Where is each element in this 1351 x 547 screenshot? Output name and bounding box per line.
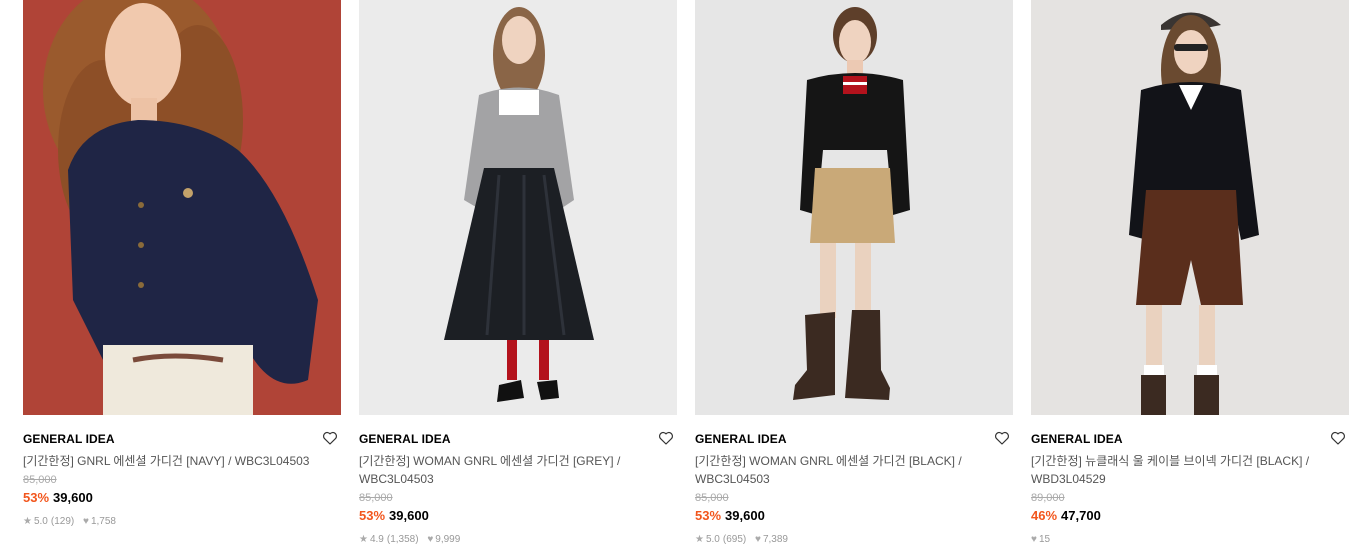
product-image[interactable] xyxy=(359,0,677,415)
discount-rate: 53% xyxy=(23,490,50,505)
price-row: 53% 39,600 xyxy=(695,507,1013,524)
sale-price: 39,600 xyxy=(389,508,429,523)
discount-rate: 46% xyxy=(1031,508,1058,523)
price-row: 53% 39,600 xyxy=(359,507,677,524)
original-price: 85,000 xyxy=(695,492,729,504)
original-price: 85,000 xyxy=(23,474,57,486)
heart-filled-icon: ♥ xyxy=(427,534,434,545)
heart-icon[interactable] xyxy=(1329,429,1347,447)
heart-icon[interactable] xyxy=(657,429,675,447)
heart-filled-icon: ♥ xyxy=(755,534,761,545)
rating-score: 5.0 xyxy=(33,516,48,527)
product-photo-grey xyxy=(359,0,677,415)
rating-score: 5.0 xyxy=(705,534,720,545)
star-icon: ★ xyxy=(23,516,32,527)
discount-rate: 53% xyxy=(359,508,386,523)
like-count: 7,389 xyxy=(762,534,788,545)
original-price: 85,000 xyxy=(359,492,393,504)
product-photo-black xyxy=(695,0,1013,415)
like-count: 15 xyxy=(1038,534,1051,545)
review-count: (129) xyxy=(50,516,75,527)
price-row: 53% 39,600 xyxy=(23,489,341,506)
product-stats: ♥ 15 xyxy=(1031,534,1349,546)
product-stats: ★ 5.0 (695) ♥ 7,389 xyxy=(695,534,1013,546)
product-image[interactable] xyxy=(1031,0,1349,415)
original-price: 89,000 xyxy=(1031,492,1065,504)
product-image[interactable] xyxy=(695,0,1013,415)
product-card[interactable]: GENERAL IDEA [기간한정] WOMAN GNRL 에센셜 가디건 [… xyxy=(695,0,1013,546)
heart-filled-icon: ♥ xyxy=(83,516,89,527)
sale-price: 39,600 xyxy=(53,490,93,505)
product-title[interactable]: [기간한정] WOMAN GNRL 에센셜 가디건 [GREY] / WBC3L… xyxy=(359,452,659,488)
heart-icon[interactable] xyxy=(993,429,1011,447)
brand-name[interactable]: GENERAL IDEA xyxy=(359,432,451,446)
product-stats: ★ 4.9 (1,358) ♥ 9,999 xyxy=(359,534,677,546)
product-photo-navy xyxy=(23,0,341,415)
review-count: (1,358) xyxy=(386,534,419,545)
rating-score: 4.9 xyxy=(369,534,384,545)
product-title[interactable]: [기간한정] GNRL 에센셜 가디건 [NAVY] / WBC3L04503 xyxy=(23,452,323,470)
brand-name[interactable]: GENERAL IDEA xyxy=(23,432,115,446)
star-icon: ★ xyxy=(695,534,704,545)
discount-rate: 53% xyxy=(695,508,722,523)
product-title[interactable]: [기간한정] WOMAN GNRL 에센셜 가디건 [BLACK] / WBC3… xyxy=(695,452,995,488)
brand-name[interactable]: GENERAL IDEA xyxy=(695,432,787,446)
star-icon: ★ xyxy=(359,534,368,545)
sale-price: 39,600 xyxy=(725,508,765,523)
like-count: 9,999 xyxy=(435,534,461,545)
heart-filled-icon: ♥ xyxy=(1031,534,1037,545)
heart-icon[interactable] xyxy=(321,429,339,447)
product-title[interactable]: [기간한정] 뉴클래식 울 케이블 브이넥 가디건 [BLACK] / WBD3… xyxy=(1031,452,1331,488)
product-photo-cable-black xyxy=(1031,0,1349,415)
product-grid: GENERAL IDEA [기간한정] GNRL 에센셜 가디건 [NAVY] … xyxy=(0,0,1351,547)
review-count: (695) xyxy=(722,534,747,545)
brand-name[interactable]: GENERAL IDEA xyxy=(1031,432,1123,446)
product-stats: ★ 5.0 (129) ♥ 1,758 xyxy=(23,516,341,528)
price-row: 46% 47,700 xyxy=(1031,507,1349,524)
product-card[interactable]: GENERAL IDEA [기간한정] GNRL 에센셜 가디건 [NAVY] … xyxy=(23,0,341,528)
product-card[interactable]: GENERAL IDEA [기간한정] WOMAN GNRL 에센셜 가디건 [… xyxy=(359,0,677,546)
sale-price: 47,700 xyxy=(1061,508,1101,523)
product-image[interactable] xyxy=(23,0,341,415)
like-count: 1,758 xyxy=(90,516,116,527)
product-card[interactable]: GENERAL IDEA [기간한정] 뉴클래식 울 케이블 브이넥 가디건 [… xyxy=(1031,0,1349,546)
